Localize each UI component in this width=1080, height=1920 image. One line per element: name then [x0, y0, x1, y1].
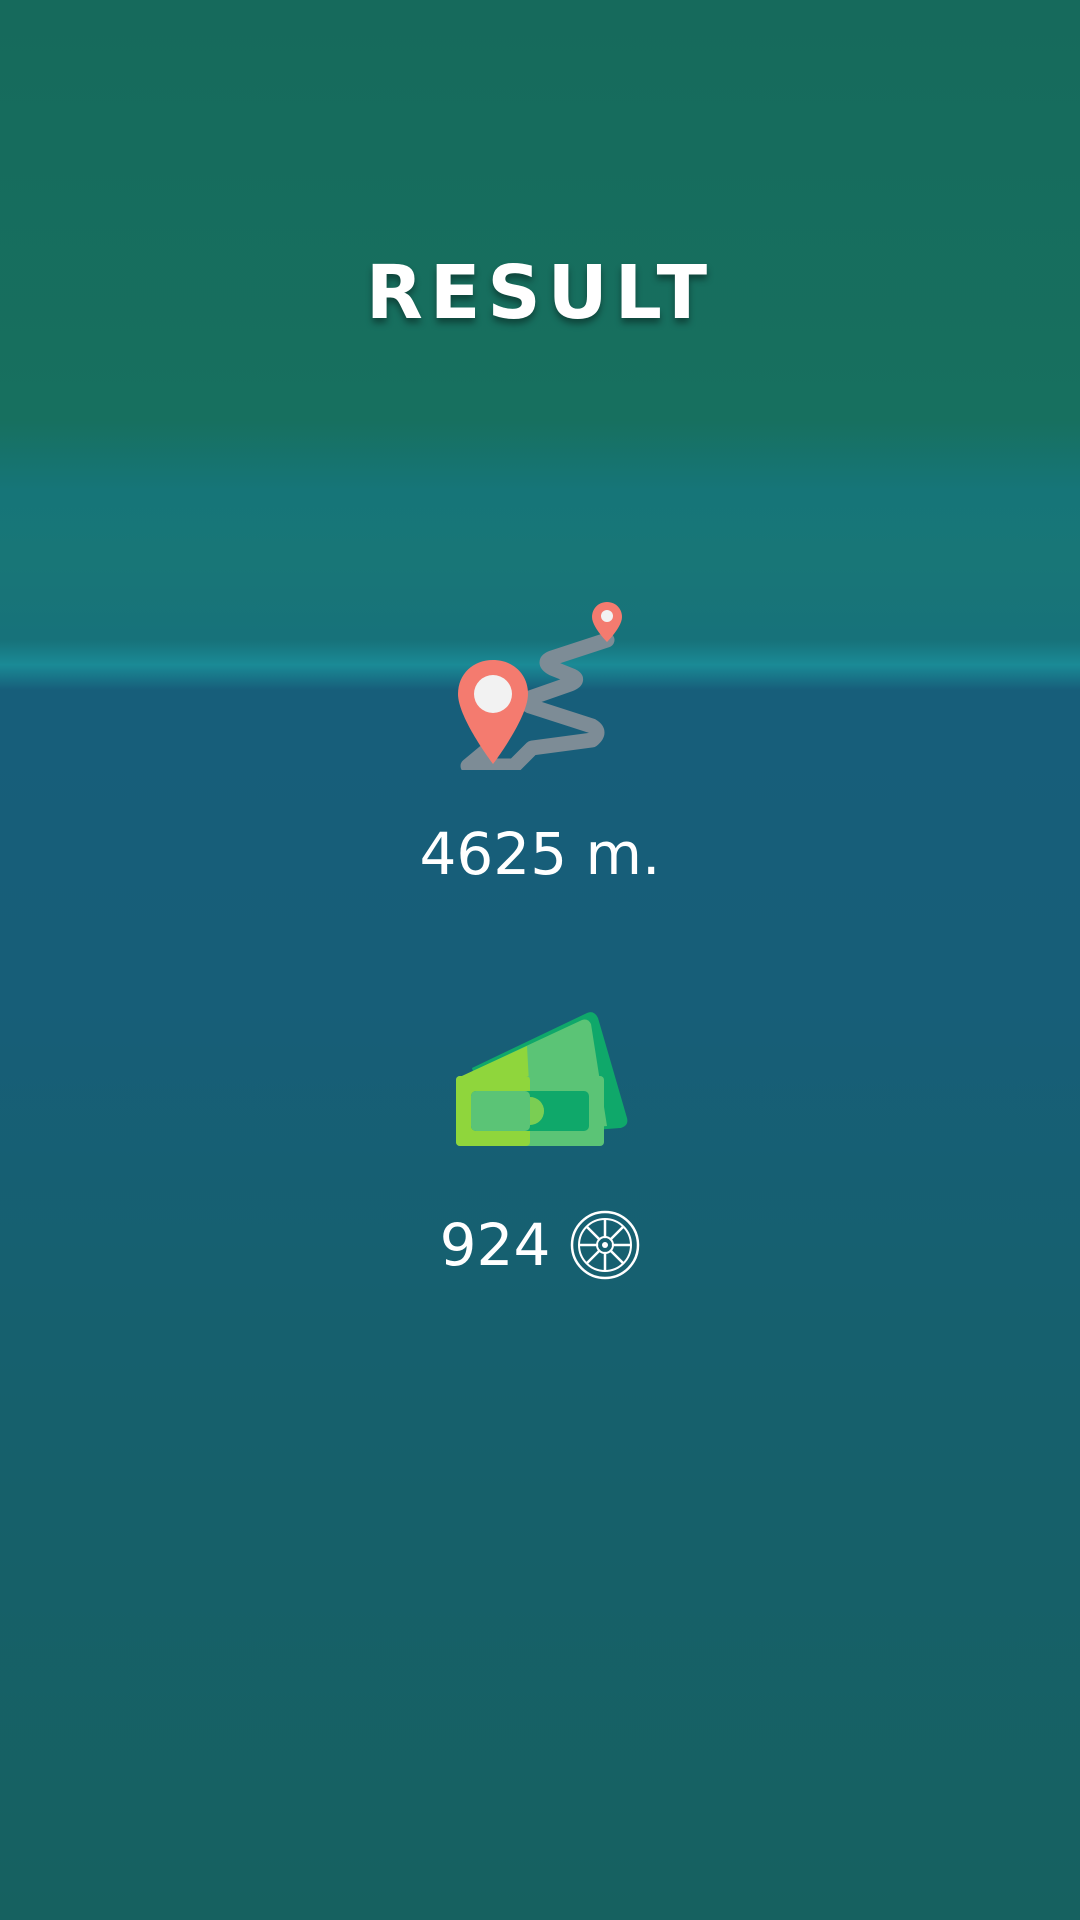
distance-value: 4625 m. [419, 820, 661, 888]
coins-value: 924 [439, 1211, 551, 1279]
result-screen: { "title": "RESULT", "distance": { "icon… [0, 0, 1080, 1920]
route-map-pins-icon [458, 602, 622, 770]
money-bills-icon [456, 1012, 628, 1146]
wheel-coin-icon [571, 1210, 640, 1280]
result-title: RESULT [365, 250, 715, 336]
coins-row: 924 [0, 1208, 1080, 1282]
